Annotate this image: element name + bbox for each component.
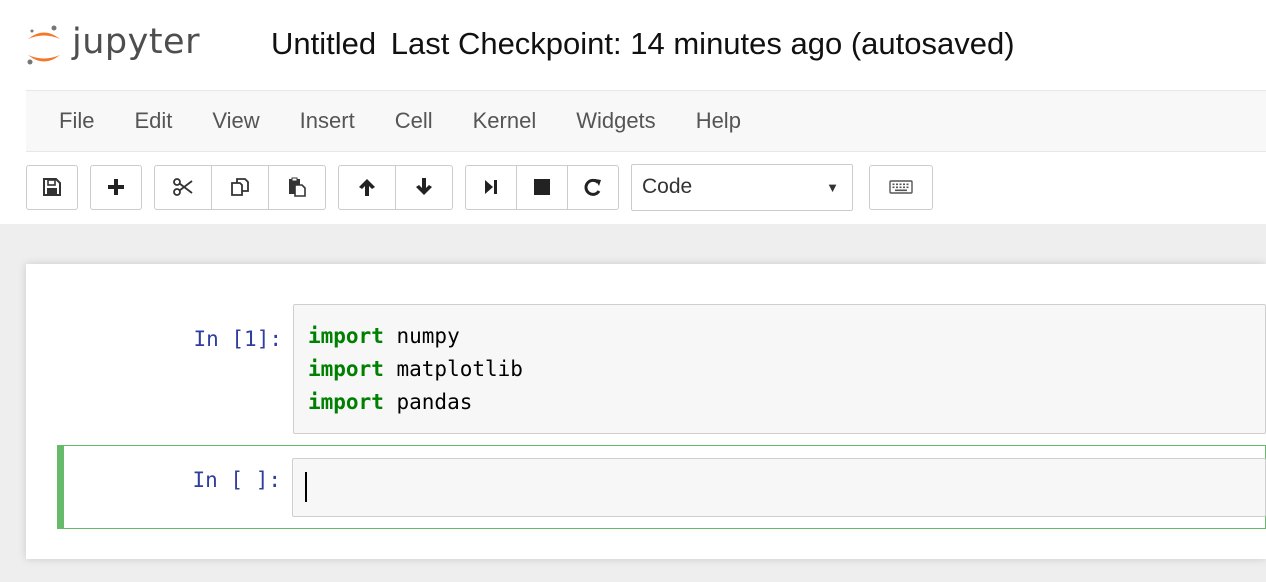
code-cell[interactable]: In [1]: import numpy import matplotlib i… — [57, 304, 1266, 436]
copy-button[interactable] — [211, 164, 269, 210]
notebook-name[interactable]: Untitled — [271, 26, 376, 61]
stop-icon — [534, 179, 550, 195]
move-down-button[interactable] — [395, 164, 453, 210]
copy-icon — [231, 178, 249, 196]
logo-text: jupyter — [72, 22, 200, 62]
checkpoint-status: Last Checkpoint: 14 minutes ago (autosav… — [390, 26, 1015, 61]
menu-view[interactable]: View — [192, 91, 279, 151]
command-palette-group — [869, 164, 933, 210]
edit-group — [154, 164, 326, 210]
save-button[interactable] — [26, 164, 78, 210]
step-forward-icon — [485, 180, 497, 194]
keyword: import — [308, 324, 384, 348]
move-group — [338, 164, 453, 210]
menu-file[interactable]: File — [26, 91, 114, 151]
code-text: pandas — [383, 390, 473, 414]
paste-button[interactable] — [268, 164, 326, 210]
menu-insert[interactable]: Insert — [280, 91, 375, 151]
toolbar: Code ▼ — [26, 162, 945, 212]
menu-cell[interactable]: Cell — [375, 91, 453, 151]
keyword: import — [308, 357, 384, 381]
cell-type-select[interactable]: Code ▼ — [631, 163, 853, 211]
arrow-up-icon — [359, 179, 375, 196]
code-line: import numpy — [308, 320, 1265, 353]
input-prompt: In [1]: — [193, 327, 282, 351]
notebook-title: Untitled Last Checkpoint: 14 minutes ago… — [271, 26, 1015, 62]
scissors-icon — [173, 178, 193, 196]
input-prompt: In [ ]: — [192, 468, 281, 492]
arrow-down-icon — [416, 178, 432, 195]
menubar: File Edit View Insert Cell Kernel Widget… — [26, 90, 1266, 152]
insert-cell-button[interactable] — [90, 164, 142, 210]
paste-icon — [289, 177, 306, 197]
command-palette-button[interactable] — [869, 164, 933, 210]
menu-kernel[interactable]: Kernel — [453, 91, 557, 151]
keyword: import — [308, 390, 384, 414]
jupyter-logo[interactable]: jupyter — [24, 18, 200, 74]
notebook-container: In [1]: import numpy import matplotlib i… — [26, 264, 1266, 559]
restart-icon — [584, 178, 601, 196]
save-icon — [43, 178, 61, 196]
text-cursor — [305, 472, 307, 502]
caret-down-icon: ▼ — [826, 179, 839, 195]
plus-icon — [108, 179, 124, 195]
move-up-button[interactable] — [338, 164, 396, 210]
cut-button[interactable] — [154, 164, 212, 210]
code-editor[interactable] — [292, 458, 1266, 517]
code-editor[interactable]: import numpy import matplotlib import pa… — [293, 304, 1266, 434]
code-text: numpy — [383, 324, 460, 348]
code-line: import matplotlib — [308, 353, 1265, 386]
code-cell-selected[interactable]: In [ ]: — [57, 445, 1266, 529]
menu-widgets[interactable]: Widgets — [556, 91, 675, 151]
save-group — [26, 164, 78, 210]
keyboard-icon — [889, 180, 913, 194]
run-group — [465, 164, 619, 210]
menu-edit[interactable]: Edit — [114, 91, 192, 151]
restart-button[interactable] — [567, 164, 619, 210]
interrupt-button[interactable] — [516, 164, 568, 210]
cell-type-value: Code — [642, 175, 693, 198]
jupyter-logo-icon — [27, 25, 60, 65]
code-line: import pandas — [308, 386, 1265, 419]
insert-group — [90, 164, 142, 210]
code-text: matplotlib — [383, 357, 523, 381]
menu-help[interactable]: Help — [676, 91, 761, 151]
notebook-header: jupyter Untitled Last Checkpoint: 14 min… — [0, 0, 1266, 90]
run-button[interactable] — [465, 164, 517, 210]
